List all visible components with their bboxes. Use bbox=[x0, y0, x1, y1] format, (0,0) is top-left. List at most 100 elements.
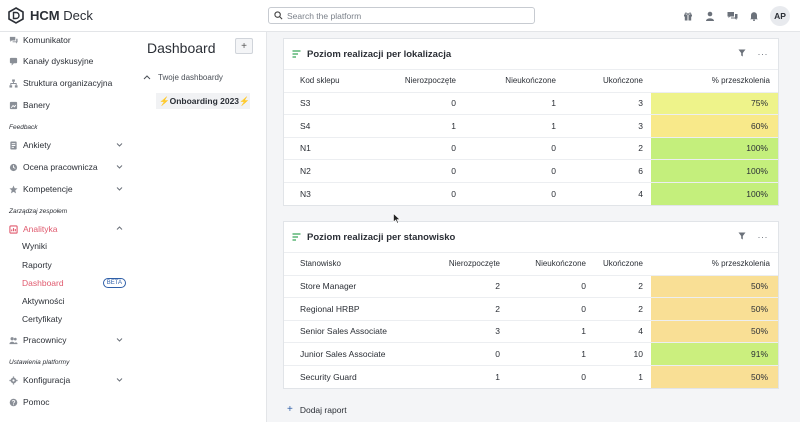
percent-cell: 100% bbox=[651, 159, 778, 183]
table-cell: 6 bbox=[564, 159, 651, 183]
help-icon bbox=[9, 398, 18, 406]
gift-icon[interactable] bbox=[678, 6, 698, 26]
list-icon bbox=[292, 233, 301, 241]
dashboards-tree-toggle[interactable]: Twoje dashboardy bbox=[143, 73, 223, 82]
sidebar-subitem-raporty[interactable]: Raporty bbox=[22, 258, 52, 272]
sidebar-item-pomoc[interactable]: Pomoc bbox=[9, 395, 129, 409]
table-cell: 1 bbox=[508, 342, 594, 366]
table-cell: Regional HRBP bbox=[284, 297, 444, 321]
dashboard-item-label: Onboarding 2023 bbox=[169, 96, 240, 106]
report-card-position: Poziom realizacji per stanowisko ··· Sta… bbox=[283, 221, 779, 389]
table-cell: 0 bbox=[551, 188, 556, 199]
table-cell: 0 bbox=[508, 275, 594, 298]
table-cell: 0 bbox=[581, 371, 586, 382]
table-row: N1 0 0 2 100% bbox=[284, 137, 778, 160]
sidebar-item-label: Struktura organizacyjna bbox=[23, 78, 113, 88]
more-options-icon[interactable]: ··· bbox=[758, 232, 769, 242]
sidebar-subitem-certyfikaty[interactable]: Certyfikaty bbox=[22, 312, 62, 326]
gear-icon bbox=[9, 375, 18, 385]
more-options-icon[interactable]: ··· bbox=[758, 49, 769, 59]
table-cell: 0 bbox=[379, 137, 464, 160]
sidebar-item-kompetencje[interactable]: Kompetencje bbox=[9, 182, 129, 196]
chevron-up-icon bbox=[143, 75, 151, 80]
table-cell: 3 bbox=[564, 92, 651, 115]
column-header[interactable]: Ukończone bbox=[564, 70, 651, 93]
add-report-label: Dodaj raport bbox=[299, 404, 347, 415]
table-cell: Junior Sales Associate bbox=[284, 342, 444, 366]
table-cell: 0 bbox=[464, 137, 564, 160]
add-report-button[interactable]: + Dodaj raport bbox=[287, 404, 347, 415]
sidebar-item-analityka[interactable]: Analityka bbox=[9, 222, 129, 236]
table-cell: 2 bbox=[564, 137, 651, 160]
list-icon bbox=[292, 50, 301, 58]
sidebar-subitem-dashboard[interactable]: Dashboard BETA bbox=[22, 276, 126, 290]
chevron-down-icon bbox=[116, 143, 123, 147]
column-header[interactable]: Nierozpoczęte bbox=[444, 253, 508, 276]
card-header: Poziom realizacji per stanowisko ··· bbox=[284, 222, 778, 253]
percent-cell: 100% bbox=[651, 182, 778, 205]
table-cell: Senior Sales Associate bbox=[284, 320, 444, 343]
column-header[interactable]: % przeszkolenia bbox=[651, 253, 778, 276]
sidebar-item-pracownicy[interactable]: Pracownicy bbox=[9, 333, 129, 347]
table-row: Security Guard 1 0 1 50% bbox=[284, 365, 778, 388]
table-cell: 0 bbox=[379, 92, 464, 115]
sidebar-item-struktura[interactable]: Struktura organizacyjna bbox=[9, 76, 129, 90]
mouse-cursor-icon bbox=[393, 213, 401, 224]
sidebar-item-ankiety[interactable]: Ankiety bbox=[9, 138, 129, 152]
dashboard-item-onboarding[interactable]: ⚡ Onboarding 2023 ⚡ bbox=[156, 93, 250, 109]
table-row: Senior Sales Associate 3 1 4 50% bbox=[284, 320, 778, 343]
column-header[interactable]: Nierozpoczęte bbox=[379, 70, 464, 93]
sidebar-item-banery[interactable]: Banery bbox=[9, 98, 129, 112]
messages-icon[interactable] bbox=[722, 6, 742, 26]
column-header[interactable]: Stanowisko bbox=[284, 253, 444, 276]
table-row: Regional HRBP 2 0 2 50% bbox=[284, 297, 778, 321]
filter-icon[interactable] bbox=[738, 49, 746, 59]
card-title: Poziom realizacji per lokalizacja bbox=[307, 48, 452, 60]
sidebar-item-ocena[interactable]: Ocena pracownicza bbox=[9, 160, 129, 174]
bell-icon[interactable] bbox=[744, 6, 764, 26]
column-header[interactable]: Ukończone bbox=[594, 253, 651, 276]
chat-icon bbox=[9, 36, 18, 44]
table-row: Junior Sales Associate 0 1 10 91% bbox=[284, 342, 778, 366]
table-cell: 0 bbox=[451, 188, 456, 199]
bolt-icon: ⚡ bbox=[159, 95, 170, 106]
sidebar-item-kanaly[interactable]: Kanały dyskusyjne bbox=[9, 54, 129, 68]
sidebar-subitem-aktywnosci[interactable]: Aktywności bbox=[22, 294, 65, 308]
channels-icon bbox=[9, 57, 18, 66]
sidebar-subitem-label: Dashboard bbox=[22, 278, 64, 288]
user-icon[interactable] bbox=[700, 6, 720, 26]
sidebar-item-label: Ankiety bbox=[23, 140, 51, 150]
search-input[interactable] bbox=[287, 10, 517, 21]
table-row: S3 0 1 3 75% bbox=[284, 92, 778, 115]
add-dashboard-button[interactable]: + bbox=[235, 38, 253, 54]
table-cell: 4 bbox=[638, 188, 643, 199]
column-header[interactable]: Nieukończone bbox=[508, 253, 594, 276]
sidebar-subitem-wyniki[interactable]: Wyniki bbox=[22, 239, 47, 253]
avatar[interactable]: AP bbox=[770, 6, 790, 26]
table-cell: 1 bbox=[379, 114, 464, 138]
table-cell: 1 bbox=[638, 371, 643, 382]
filter-icon[interactable] bbox=[738, 232, 746, 242]
sidebar-item-komunikator[interactable]: Komunikator bbox=[9, 33, 129, 47]
column-header[interactable]: Nieukończone bbox=[464, 70, 564, 93]
column-header[interactable]: Kod sklepu bbox=[284, 70, 379, 93]
top-bar: HCM Deck AP bbox=[0, 0, 800, 32]
report-table: Kod sklepu Nierozpoczęte Nieukończone Uk… bbox=[284, 70, 778, 205]
dashboard-panel: Dashboard + Twoje dashboardy ⚡ Onboardin… bbox=[135, 32, 267, 422]
column-header[interactable]: % przeszkolenia bbox=[651, 70, 778, 93]
chevron-down-icon bbox=[116, 187, 123, 191]
table-cell: 10 bbox=[594, 342, 651, 366]
logo-icon bbox=[8, 7, 24, 24]
table-cell: N2 bbox=[284, 159, 379, 183]
star-icon bbox=[9, 184, 18, 193]
page-title: Dashboard bbox=[147, 40, 216, 56]
sidebar: Komunikator Kanały dyskusyjne Struktura … bbox=[0, 32, 135, 422]
search-box[interactable] bbox=[268, 7, 535, 24]
app-logo[interactable]: HCM Deck bbox=[8, 7, 93, 24]
table-row: N2 0 0 6 100% bbox=[284, 159, 778, 183]
table-cell: 1 bbox=[464, 114, 564, 138]
table-header-row: Kod sklepu Nierozpoczęte Nieukończone Uk… bbox=[284, 70, 778, 93]
section-label-team: Zarządzaj zespołem bbox=[9, 208, 68, 215]
table-cell: 3 bbox=[444, 320, 508, 343]
sidebar-item-konfiguracja[interactable]: Konfiguracja bbox=[9, 373, 129, 387]
